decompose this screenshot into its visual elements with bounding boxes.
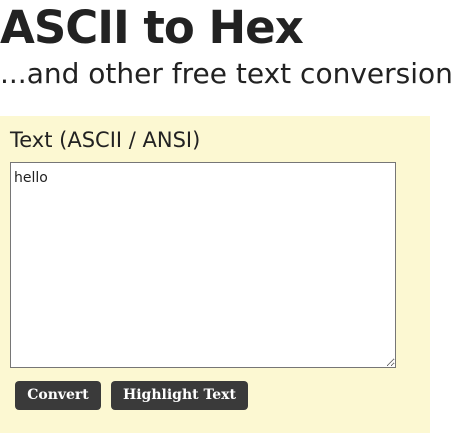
ascii-input-panel: Text (ASCII / ANSI) hello Convert Highli… <box>0 116 430 433</box>
convert-button[interactable]: Convert <box>15 381 101 410</box>
site-subtitle: ...and other free text conversion <box>0 57 453 90</box>
site-title: ASCII to Hex <box>0 1 304 54</box>
panel-heading: Text (ASCII / ANSI) <box>10 128 201 152</box>
ascii-text-input[interactable]: hello <box>10 162 396 368</box>
highlight-text-button[interactable]: Highlight Text <box>111 381 248 410</box>
